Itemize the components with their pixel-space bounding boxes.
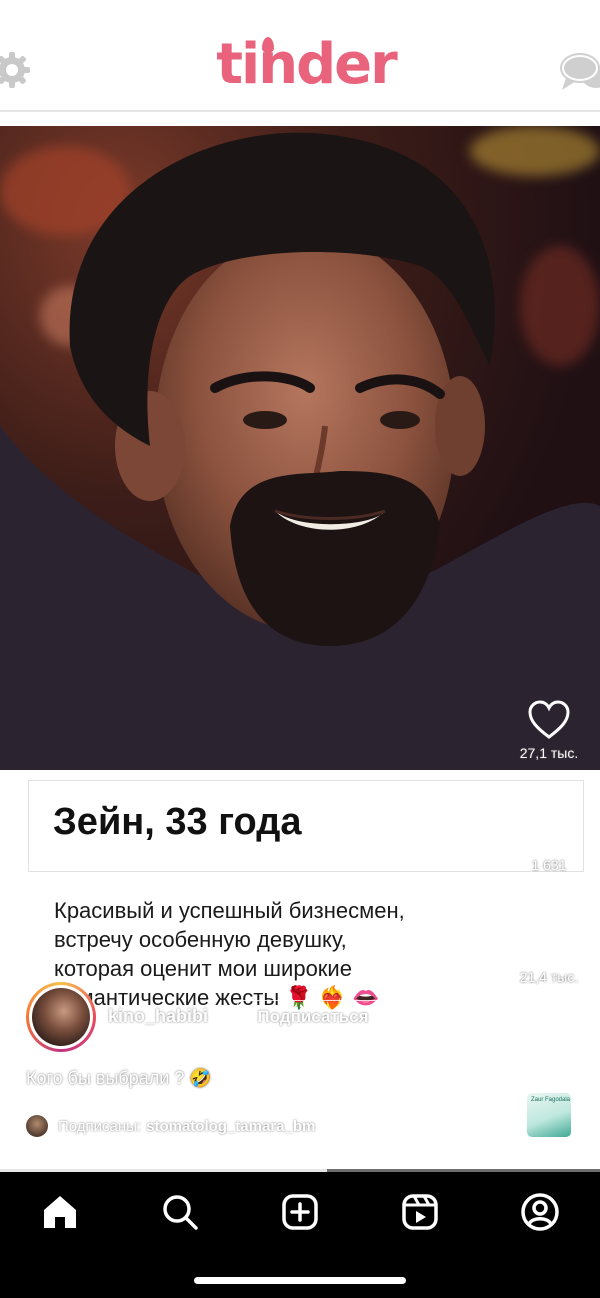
author-avatar[interactable]	[26, 982, 96, 1052]
search-icon[interactable]	[160, 1192, 200, 1232]
profile-name: Зейн, 33 года	[53, 801, 302, 843]
audio-thumb-text: Zaur Fagodala	[531, 1097, 571, 1103]
avatar-image	[32, 988, 90, 1046]
tinder-logo: tinder	[0, 32, 600, 97]
header-divider	[0, 110, 600, 112]
reel-post[interactable]: tinder Зейн, 33 года Красивый и успешный…	[0, 0, 600, 1172]
followed-by-account[interactable]: stomatolog_tamara_bm	[146, 1118, 315, 1135]
tinder-header: tinder	[0, 0, 600, 112]
avatar-frame	[29, 985, 93, 1049]
plus-square-icon[interactable]	[280, 1192, 320, 1232]
home-indicator	[194, 1277, 406, 1284]
share-count: 21,4 тыс.	[519, 969, 579, 985]
reels-icon[interactable]	[400, 1192, 440, 1232]
followed-by-label: Подписаны:	[58, 1117, 142, 1135]
bio-line: встречу особенную девушку,	[54, 927, 347, 952]
comment-button[interactable]: 1 631	[524, 810, 574, 873]
follower-avatar	[26, 1115, 48, 1137]
bottom-nav	[0, 1172, 600, 1298]
heart-icon[interactable]	[527, 700, 571, 740]
profile-icon[interactable]	[520, 1192, 560, 1232]
profile-photo	[0, 126, 600, 770]
home-icon[interactable]	[40, 1192, 80, 1232]
comment-icon[interactable]	[528, 810, 570, 852]
author-username[interactable]: kino_habibi	[108, 1006, 208, 1027]
more-icon[interactable]	[536, 1032, 564, 1052]
chat-bubbles-icon	[560, 53, 600, 90]
share-button[interactable]: 21,4 тыс.	[520, 922, 578, 985]
followed-by[interactable]: Подписаны: stomatolog_tamara_bm	[26, 1114, 315, 1138]
logo-text: tinder	[216, 32, 398, 97]
bio-line: Красивый и успешный бизнесмен,	[54, 898, 405, 923]
post-caption[interactable]: Кого бы выбрали ? 🤣	[26, 1068, 212, 1089]
bio-line: которая оценит мои широкие	[54, 956, 352, 981]
follow-button[interactable]: Подписаться	[236, 1000, 390, 1034]
like-count: 27,1 тыс.	[519, 745, 579, 761]
profile-bio: Красивый и успешный бизнесмен, встречу о…	[54, 896, 474, 1012]
comment-count: 1 631	[531, 857, 567, 873]
audio-thumbnail[interactable]: Zaur Fagodala	[524, 1090, 574, 1140]
like-button[interactable]: 27,1 тыс.	[520, 700, 578, 761]
send-icon[interactable]	[528, 922, 570, 964]
